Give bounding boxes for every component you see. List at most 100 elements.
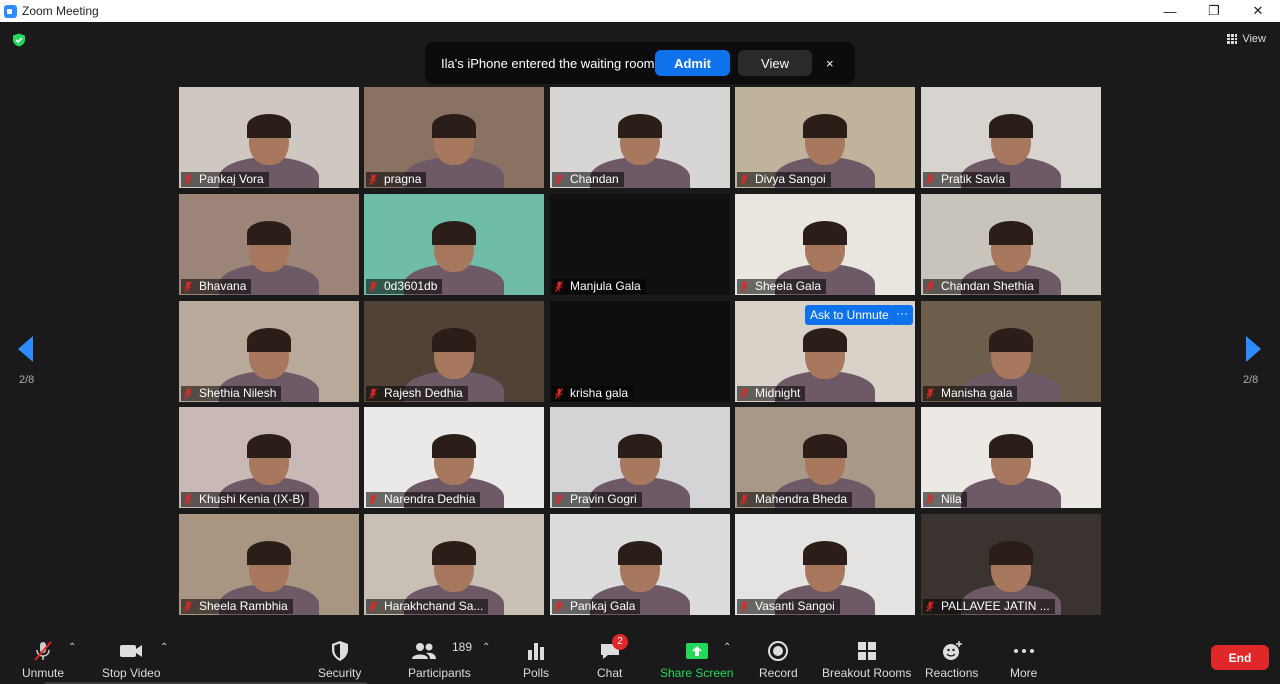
reactions-smiley-icon (942, 641, 962, 660)
participant-tile[interactable]: Chandan (550, 87, 730, 188)
participant-tile[interactable]: krisha gala (550, 301, 730, 402)
participant-tile[interactable]: Sheela Gala (735, 194, 915, 295)
meeting-stage: View Ila's iPhone entered the waiting ro… (0, 22, 1280, 634)
video-options-caret-icon[interactable]: ⌃ (160, 642, 168, 653)
record-label: Record (759, 666, 798, 680)
participant-name-label: Khushi Kenia (IX-B) (181, 492, 310, 507)
participant-silhouette-hair (432, 328, 476, 352)
security-shield-toolbar-icon (331, 641, 348, 661)
participant-tile[interactable]: Pankaj Vora (179, 87, 359, 188)
participant-tile[interactable]: Harakhchand Sa... (364, 514, 544, 615)
muted-mic-icon (740, 174, 748, 185)
share-screen-arrow-icon (685, 643, 708, 659)
more-label: More (1010, 666, 1038, 680)
view-waiting-button[interactable]: View (738, 50, 812, 76)
participant-tile[interactable]: Pratik Savla (921, 87, 1101, 188)
participant-name: Pravin Gogri (570, 492, 637, 506)
participant-silhouette-hair (432, 541, 476, 565)
record-button[interactable]: Record (759, 640, 798, 680)
share-options-caret-icon[interactable]: ⌃ (723, 642, 731, 653)
muted-mic-icon (926, 601, 934, 612)
participant-tile[interactable]: Vasanti Sangoi (735, 514, 915, 615)
grid-view-icon (1227, 34, 1238, 44)
view-button[interactable]: View (1227, 33, 1266, 45)
participant-name: Bhavana (199, 279, 247, 293)
minimize-button[interactable]: — (1148, 0, 1192, 22)
muted-mic-icon (184, 281, 192, 292)
admit-button[interactable]: Admit (655, 50, 730, 76)
breakout-rooms-button[interactable]: Breakout Rooms (822, 640, 911, 680)
participant-tile[interactable]: Nila (921, 407, 1101, 508)
participant-tile[interactable]: Sheela Rambhia (179, 514, 359, 615)
muted-mic-icon (555, 601, 563, 612)
participant-name-label: Rajesh Dedhia (366, 386, 468, 401)
participants-options-caret-icon[interactable]: ⌃ (482, 642, 490, 653)
participant-tile[interactable]: Manisha gala (921, 301, 1101, 402)
participant-name-label: PALLAVEE JATIN ... (923, 599, 1055, 614)
window-controls: — ❐ ✕ (1148, 0, 1280, 22)
muted-mic-icon (369, 494, 377, 505)
participant-name: Pratik Savla (941, 172, 1006, 186)
participant-name-label: Harakhchand Sa... (366, 599, 489, 614)
participant-tile[interactable]: 0d3601db (364, 194, 544, 295)
participant-silhouette-hair (803, 221, 847, 245)
participant-tile[interactable]: Manjula Gala (550, 194, 730, 295)
tile-more-options-button[interactable]: ··· (891, 305, 913, 325)
stop-video-label: Stop Video (102, 666, 161, 680)
chat-label: Chat (597, 666, 623, 680)
participant-tile[interactable]: Mahendra Bheda (735, 407, 915, 508)
participant-tile[interactable]: pragna (364, 87, 544, 188)
participant-silhouette-hair (803, 434, 847, 458)
participant-tile[interactable]: Rajesh Dedhia (364, 301, 544, 402)
participant-tile[interactable]: Bhavana (179, 194, 359, 295)
muted-mic-icon (555, 174, 563, 185)
security-button[interactable]: Security (318, 640, 361, 680)
muted-mic-icon (740, 494, 748, 505)
participant-name-label: 0d3601db (366, 279, 443, 294)
restore-button[interactable]: ❐ (1192, 0, 1236, 22)
close-notification-icon[interactable]: × (826, 56, 834, 71)
participant-name-label: Chandan Shethia (923, 279, 1039, 294)
reactions-label: Reactions (925, 666, 979, 680)
participant-name-label: Mahendra Bheda (737, 492, 853, 507)
participant-silhouette-hair (803, 541, 847, 565)
next-page-arrow-icon[interactable] (1246, 336, 1261, 362)
participant-silhouette-hair (432, 114, 476, 138)
participant-name-label: Sheela Gala (737, 279, 827, 294)
participant-name: Nila (941, 492, 962, 506)
participant-silhouette-hair (432, 434, 476, 458)
polls-button[interactable]: Polls (523, 640, 549, 680)
muted-mic-icon (555, 494, 563, 505)
stop-video-button[interactable]: Stop Video (102, 640, 161, 680)
end-meeting-button[interactable]: End (1211, 645, 1269, 670)
participant-name-label: Chandan (552, 172, 624, 187)
participant-name: Vasanti Sangoi (755, 599, 835, 613)
participant-tile[interactable]: Narendra Dedhia (364, 407, 544, 508)
participant-tile[interactable]: Pravin Gogri (550, 407, 730, 508)
participant-tile[interactable]: PALLAVEE JATIN ... (921, 514, 1101, 615)
reactions-button[interactable]: Reactions (925, 640, 978, 680)
participant-name: Rajesh Dedhia (384, 386, 463, 400)
ask-to-unmute-button[interactable]: Ask to Unmute (805, 305, 894, 325)
participant-tile[interactable]: Khushi Kenia (IX-B) (179, 407, 359, 508)
page-indicator-left: 2/8 (19, 374, 35, 386)
breakout-rooms-label: Breakout Rooms (822, 666, 912, 680)
muted-mic-icon (555, 281, 563, 292)
muted-mic-icon (926, 494, 934, 505)
meeting-toolbar: Unmute ⌃ Stop Video ⌃ Security Participa… (0, 634, 1280, 684)
unmute-button[interactable]: Unmute (22, 640, 64, 680)
prev-page-arrow-icon[interactable] (18, 336, 33, 362)
audio-options-caret-icon[interactable]: ⌃ (68, 642, 76, 653)
participant-tile[interactable]: Divya Sangoi (735, 87, 915, 188)
participant-silhouette-hair (989, 114, 1033, 138)
more-button[interactable]: More (1010, 640, 1037, 680)
close-window-button[interactable]: ✕ (1236, 0, 1280, 22)
participant-tile[interactable]: Chandan Shethia (921, 194, 1101, 295)
muted-mic-icon (184, 174, 192, 185)
participant-tile[interactable]: Pankaj Gala (550, 514, 730, 615)
participant-tile[interactable]: Shethia Nilesh (179, 301, 359, 402)
window-title: Zoom Meeting (22, 4, 99, 18)
security-shield-icon[interactable] (12, 33, 26, 47)
participant-silhouette-hair (989, 541, 1033, 565)
muted-mic-icon (369, 281, 377, 292)
